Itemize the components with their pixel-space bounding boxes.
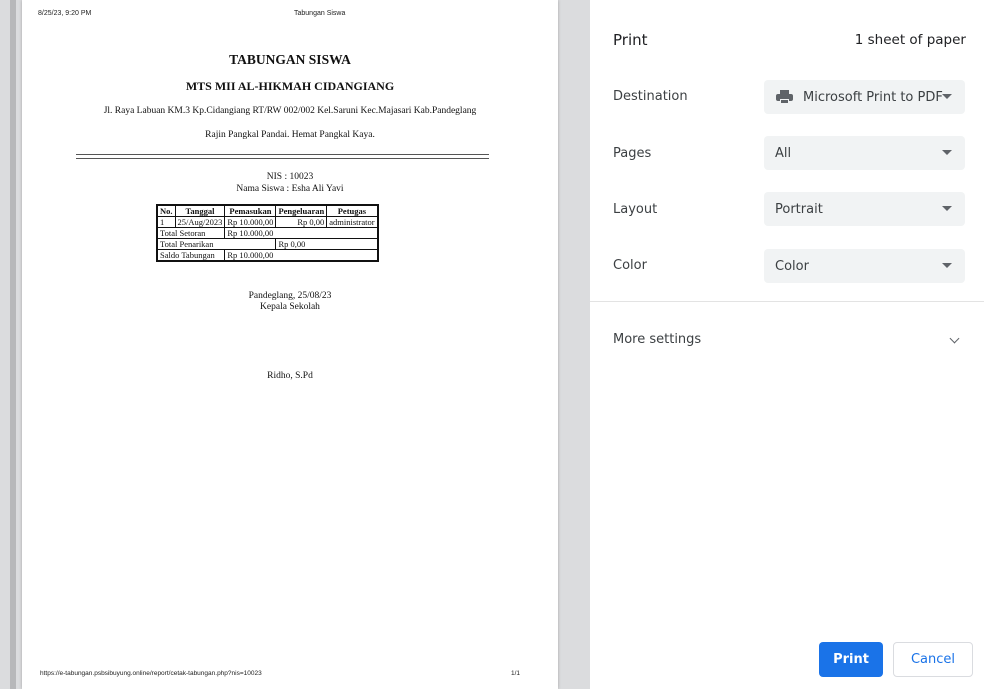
preview-scrollbar[interactable] — [10, 0, 16, 689]
table-row: Total Setoran Rp 10.000,00 — [156, 227, 378, 239]
table-cell: 1 — [157, 216, 176, 228]
total-penarikan-value: Rp 0,00 — [275, 238, 378, 250]
table-header-cell: Petugas — [326, 205, 378, 217]
pages-label: Pages — [613, 146, 652, 161]
total-penarikan-label: Total Penarikan — [156, 238, 277, 250]
chevron-down-icon — [942, 150, 952, 155]
table-header-cell: Pemasukan — [224, 205, 277, 217]
cancel-button[interactable]: Cancel — [893, 642, 973, 677]
printer-icon — [775, 89, 794, 105]
table-cell: Rp 0,00 — [275, 216, 328, 228]
table-row: Total Penarikan Rp 0,00 — [156, 238, 378, 250]
layout-value: Portrait — [775, 201, 823, 217]
color-value: Color — [775, 258, 809, 274]
saldo-value: Rp 10.000,00 — [224, 249, 378, 261]
savings-table: No. Tanggal Pemasukan Pengeluaran Petuga… — [156, 204, 379, 262]
table-cell: administrator — [326, 216, 378, 228]
color-label: Color — [613, 258, 647, 273]
page-footer-url: https://e-tabungan.psbsibuyung.online/re… — [40, 670, 262, 677]
more-settings-toggle[interactable]: More settings — [613, 332, 701, 347]
layout-select[interactable]: Portrait — [764, 192, 965, 226]
total-setoran-label: Total Setoran — [156, 227, 226, 239]
saldo-label: Saldo Tabungan — [156, 249, 226, 261]
table-header-cell: Pengeluaran — [275, 205, 328, 217]
total-setoran-value: Rp 10.000,00 — [224, 227, 378, 239]
sheet-count: 1 sheet of paper — [854, 32, 966, 48]
signer-name: Ridho, S.Pd — [267, 371, 313, 381]
print-settings-panel: Print 1 sheet of paper Destination Micro… — [590, 0, 984, 689]
table-cell: 25/Aug/2023 — [174, 216, 226, 228]
chevron-down-icon[interactable] — [949, 333, 960, 344]
double-rule-divider — [76, 154, 489, 159]
table-header-cell: Tanggal — [174, 205, 226, 217]
panel-title: Print — [613, 31, 648, 49]
student-name: Nama Siswa : Esha Ali Yavi — [236, 184, 344, 194]
pages-value: All — [775, 145, 792, 161]
settings-divider — [590, 301, 984, 302]
signer-role: Kepala Sekolah — [260, 302, 320, 312]
color-select[interactable]: Color — [764, 249, 965, 283]
table-header-row: No. Tanggal Pemasukan Pengeluaran Petuga… — [157, 205, 378, 217]
table-row: 1 25/Aug/2023 Rp 10.000,00 Rp 0,00 admin… — [157, 216, 378, 228]
place-date: Pandeglang, 25/08/23 — [248, 291, 332, 301]
table-header-cell: No. — [157, 205, 176, 217]
table-cell: Rp 10.000,00 — [224, 216, 277, 228]
destination-value: Microsoft Print to PDF — [803, 89, 943, 105]
student-nis: NIS : 10023 — [266, 172, 314, 182]
page-header-date: 8/25/23, 9:20 PM — [38, 10, 92, 17]
page-header-title: Tabungan Siswa — [294, 10, 346, 17]
print-button[interactable]: Print — [819, 642, 883, 677]
school-name: MTS MII AL-HIKMAH CIDANGIANG — [185, 79, 395, 93]
chevron-down-icon — [942, 263, 952, 268]
school-address: Jl. Raya Labuan KM.3 Kp.Cidangiang RT/RW… — [103, 106, 477, 116]
chevron-down-icon — [942, 94, 952, 99]
layout-label: Layout — [613, 202, 658, 217]
page-footer-number: 1/1 — [510, 670, 520, 677]
pages-select[interactable]: All — [764, 136, 965, 170]
chevron-down-icon — [942, 206, 952, 211]
school-motto: Rajin Pangkal Pandai. Hemat Pangkal Kaya… — [205, 130, 375, 140]
destination-select[interactable]: Microsoft Print to PDF — [764, 80, 965, 114]
print-preview-area: 8/25/23, 9:20 PM Tabungan Siswa TABUNGAN… — [0, 0, 590, 689]
table-row: Saldo Tabungan Rp 10.000,00 — [156, 249, 378, 261]
document-title: TABUNGAN SISWA — [229, 52, 351, 67]
preview-page: 8/25/23, 9:20 PM Tabungan Siswa TABUNGAN… — [22, 0, 558, 689]
destination-label: Destination — [613, 89, 688, 104]
